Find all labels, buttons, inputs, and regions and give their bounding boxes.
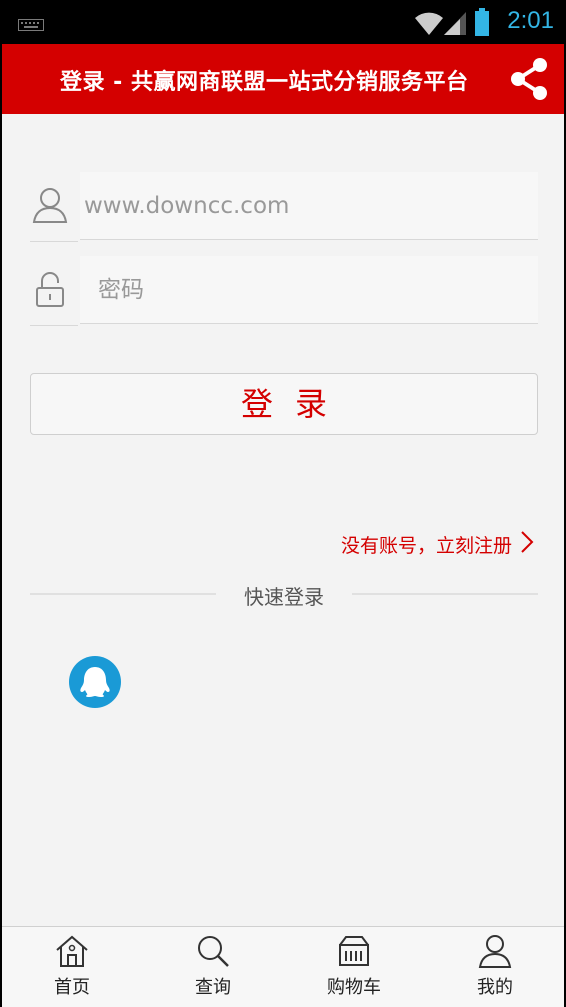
username-row bbox=[30, 172, 538, 242]
quick-login-divider: 快速登录 bbox=[30, 580, 538, 609]
nav-item-search[interactable]: 查询 bbox=[143, 927, 283, 1007]
divider-line-right bbox=[352, 593, 538, 595]
register-link[interactable]: 没有账号，立刻注册 bbox=[341, 530, 534, 559]
chevron-right-icon bbox=[520, 530, 534, 559]
bottom-nav: 首页 查询 购物车 我的 bbox=[2, 926, 564, 1007]
username-input[interactable] bbox=[80, 172, 538, 240]
page-title: 登录 - 共赢网商联盟一站式分销服务平台 bbox=[60, 70, 469, 95]
nav-label-cart: 购物车 bbox=[327, 977, 381, 998]
share-icon[interactable] bbox=[508, 56, 550, 106]
signal-icon bbox=[442, 10, 468, 40]
username-icon-box bbox=[30, 172, 78, 242]
search-icon bbox=[198, 936, 229, 967]
nav-item-home[interactable]: 首页 bbox=[2, 927, 142, 1007]
password-icon-box bbox=[30, 256, 78, 326]
status-clock: 2:01 bbox=[507, 7, 554, 34]
wifi-icon bbox=[414, 10, 444, 40]
qq-login-button[interactable] bbox=[69, 656, 121, 708]
nav-label-search: 查询 bbox=[195, 977, 231, 998]
password-input[interactable] bbox=[80, 256, 538, 324]
user-icon bbox=[32, 186, 68, 228]
nav-label-mine: 我的 bbox=[477, 977, 513, 998]
nav-item-cart[interactable]: 购物车 bbox=[284, 927, 424, 1007]
nav-label-home: 首页 bbox=[54, 977, 90, 998]
user-icon bbox=[478, 935, 512, 968]
battery-icon bbox=[474, 8, 490, 40]
cart-icon bbox=[339, 936, 369, 966]
qq-icon bbox=[80, 667, 110, 697]
login-button[interactable]: 登录 bbox=[30, 373, 538, 435]
register-link-label: 没有账号，立刻注册 bbox=[340, 535, 512, 557]
title-bar: 登录 - 共赢网商联盟一站式分销服务平台 bbox=[2, 44, 564, 114]
app-screen: 2:01 登录 - 共赢网商联盟一站式分销服务平台 www.downcc.com… bbox=[2, 0, 564, 1007]
quick-login-label: 快速登录 bbox=[244, 585, 324, 609]
home-icon bbox=[56, 935, 88, 967]
keyboard-icon bbox=[18, 16, 44, 35]
status-bar: 2:01 bbox=[2, 0, 564, 44]
lock-icon bbox=[32, 270, 68, 312]
nav-item-mine[interactable]: 我的 bbox=[425, 927, 564, 1007]
password-row bbox=[30, 256, 538, 326]
